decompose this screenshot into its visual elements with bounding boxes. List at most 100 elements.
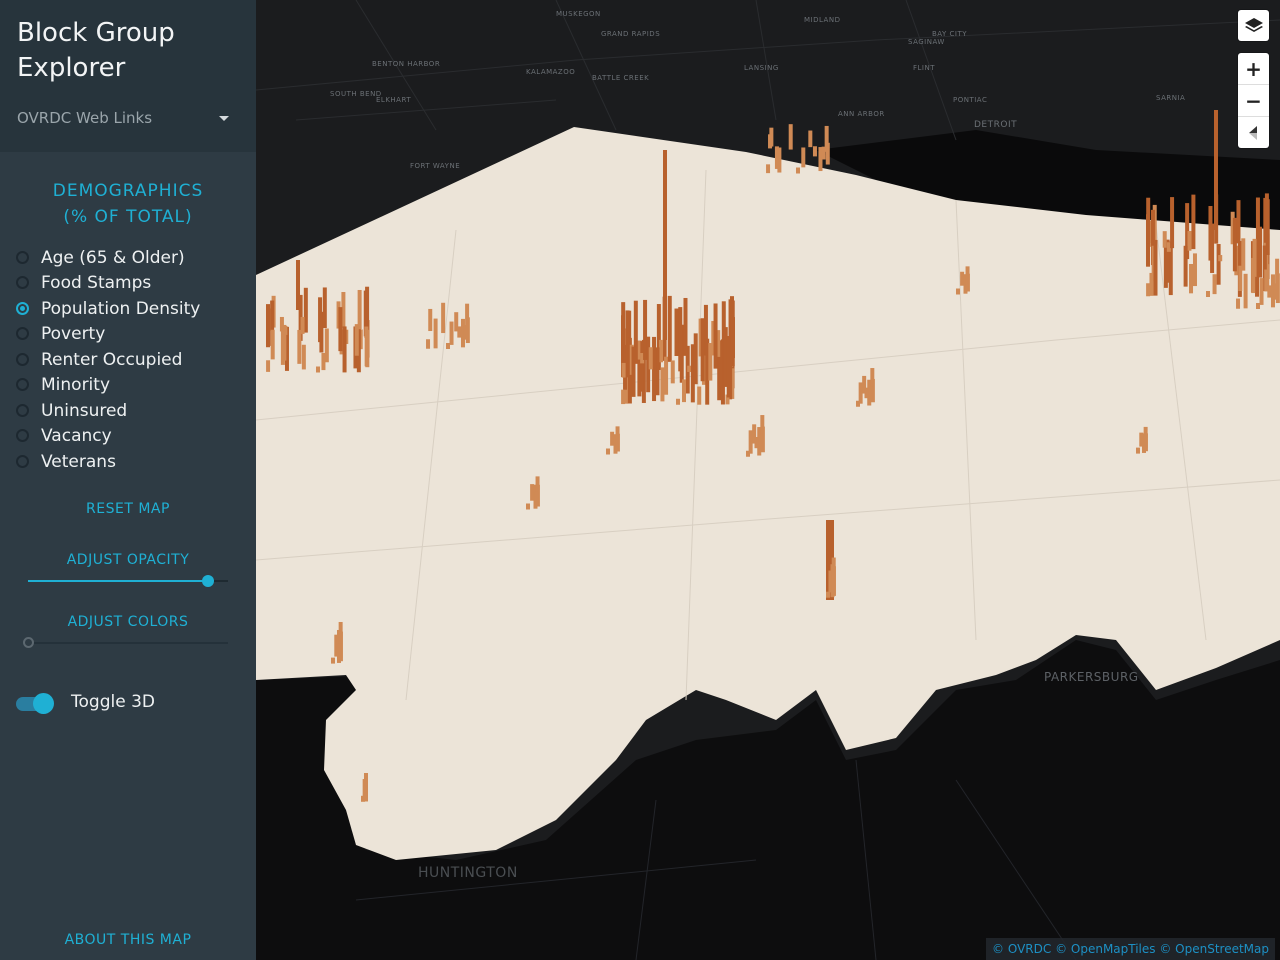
radio-uninsured[interactable]: Uninsured <box>16 400 246 424</box>
web-links-dropdown[interactable]: OVRDC Web Links <box>17 108 239 130</box>
density-bar <box>683 297 688 356</box>
radio-label: Renter Occupied <box>41 350 183 370</box>
density-bar <box>726 335 731 398</box>
density-bar <box>318 297 323 343</box>
density-bar <box>674 308 679 356</box>
minus-icon: − <box>1245 88 1262 113</box>
density-bar <box>801 147 806 168</box>
radio-vacancy[interactable]: Vacancy <box>16 425 246 449</box>
sidebar: Block Group Explorer OVRDC Web Links DEM… <box>0 0 256 960</box>
density-bar <box>748 430 753 454</box>
density-bar <box>758 435 763 450</box>
density-bar <box>796 167 800 174</box>
about-map-link[interactable]: ABOUT THIS MAP <box>0 932 256 948</box>
density-bar <box>365 344 370 368</box>
radio-population-density[interactable]: Population Density <box>16 298 246 322</box>
radio-label: Vacancy <box>41 426 112 446</box>
density-bar <box>682 379 687 403</box>
density-bar <box>446 343 450 349</box>
radio-renter-occupied[interactable]: Renter Occupied <box>16 349 246 373</box>
density-bar <box>1189 263 1194 294</box>
colors-slider[interactable] <box>23 637 228 648</box>
density-bar <box>1267 285 1272 298</box>
density-bar <box>279 316 284 332</box>
label-muskegon: MUSKEGON <box>556 10 601 18</box>
label-detroit: DETROIT <box>974 120 1018 130</box>
opacity-slider[interactable] <box>28 575 228 587</box>
density-bar <box>821 146 826 160</box>
density-bar <box>1251 257 1256 294</box>
density-bar <box>331 657 335 664</box>
density-bar <box>338 307 343 352</box>
layers-icon[interactable] <box>1238 10 1269 41</box>
radio-minority[interactable]: Minority <box>16 374 246 398</box>
density-bar <box>693 333 698 385</box>
radio-button[interactable] <box>16 378 29 391</box>
density-bar <box>713 303 718 369</box>
density-bar <box>655 347 660 396</box>
map-attribution[interactable]: © OVRDC © OpenMapTiles © OpenStreetMap <box>986 938 1275 960</box>
density-bar <box>1236 298 1241 309</box>
radio-poverty[interactable]: Poverty <box>16 323 246 347</box>
radio-button[interactable] <box>16 404 29 417</box>
density-bar <box>283 325 288 335</box>
density-bar <box>441 302 446 334</box>
label-pontiac: PONTIAC <box>953 96 988 104</box>
opacity-slider-handle[interactable] <box>202 575 214 587</box>
map-canvas[interactable]: DETROIT PARKERSBURG HUNTINGTON FORT WAYN… <box>256 0 1280 960</box>
density-bar <box>631 346 636 397</box>
radio-label: Minority <box>41 375 111 395</box>
density-bar <box>457 326 462 338</box>
density-bar <box>812 146 817 157</box>
web-links-label: OVRDC Web Links <box>17 109 153 127</box>
map-render <box>256 0 1280 960</box>
radio-age-65[interactable]: Age (65 & Older) <box>16 247 246 271</box>
radio-button[interactable] <box>16 353 29 366</box>
density-bar <box>1149 272 1154 296</box>
radio-button[interactable] <box>16 455 29 468</box>
zoom-in-button[interactable]: + <box>1238 53 1269 85</box>
density-bar <box>428 308 433 332</box>
label-elkhart: ELKHART <box>376 96 412 104</box>
radio-button[interactable] <box>16 251 29 264</box>
density-bar <box>754 437 759 449</box>
label-battle-creek: BATTLE CREEK <box>592 74 650 82</box>
radio-label: Food Stamps <box>41 273 152 293</box>
density-bar <box>868 386 873 400</box>
colors-slider-handle[interactable] <box>23 637 34 648</box>
radio-food-stamps[interactable]: Food Stamps <box>16 272 246 296</box>
density-bar <box>825 142 830 165</box>
density-bar <box>365 286 370 330</box>
density-bar <box>774 146 779 169</box>
demographics-heading-line2: (% OF TOTAL) <box>63 207 193 227</box>
density-bar <box>449 321 454 345</box>
label-parkersburg: PARKERSBURG <box>1044 670 1139 684</box>
zoom-out-button[interactable]: − <box>1238 85 1269 117</box>
radio-veterans[interactable]: Veterans <box>16 451 246 475</box>
reset-map-button[interactable]: RESET MAP <box>0 501 256 517</box>
radio-button[interactable] <box>16 327 29 340</box>
adjust-colors-label: ADJUST COLORS <box>67 614 189 630</box>
toggle-3d-switch[interactable] <box>16 693 56 714</box>
label-grand-rapids: GRAND RAPIDS <box>601 30 661 38</box>
toggle-3d-label: Toggle 3D <box>71 692 155 712</box>
layers-control[interactable] <box>1238 10 1269 41</box>
density-bar <box>354 324 359 356</box>
density-bar <box>864 387 869 399</box>
radio-label: Uninsured <box>41 401 128 421</box>
density-bar <box>1153 239 1158 296</box>
opacity-slider-fill <box>28 580 208 582</box>
density-bar <box>463 325 468 340</box>
compass-button[interactable] <box>1238 117 1269 148</box>
label-bay-city: BAY CITY <box>932 30 968 38</box>
density-bar <box>1206 291 1210 297</box>
density-bar <box>1187 231 1192 251</box>
radio-button-checked[interactable] <box>16 302 29 315</box>
density-bar <box>1232 217 1237 272</box>
density-bar <box>342 326 347 373</box>
label-lansing: LANSING <box>744 64 779 72</box>
radio-button[interactable] <box>16 276 29 289</box>
density-bar <box>266 304 271 348</box>
radio-button[interactable] <box>16 429 29 442</box>
label-huntington: HUNTINGTON <box>418 865 518 881</box>
